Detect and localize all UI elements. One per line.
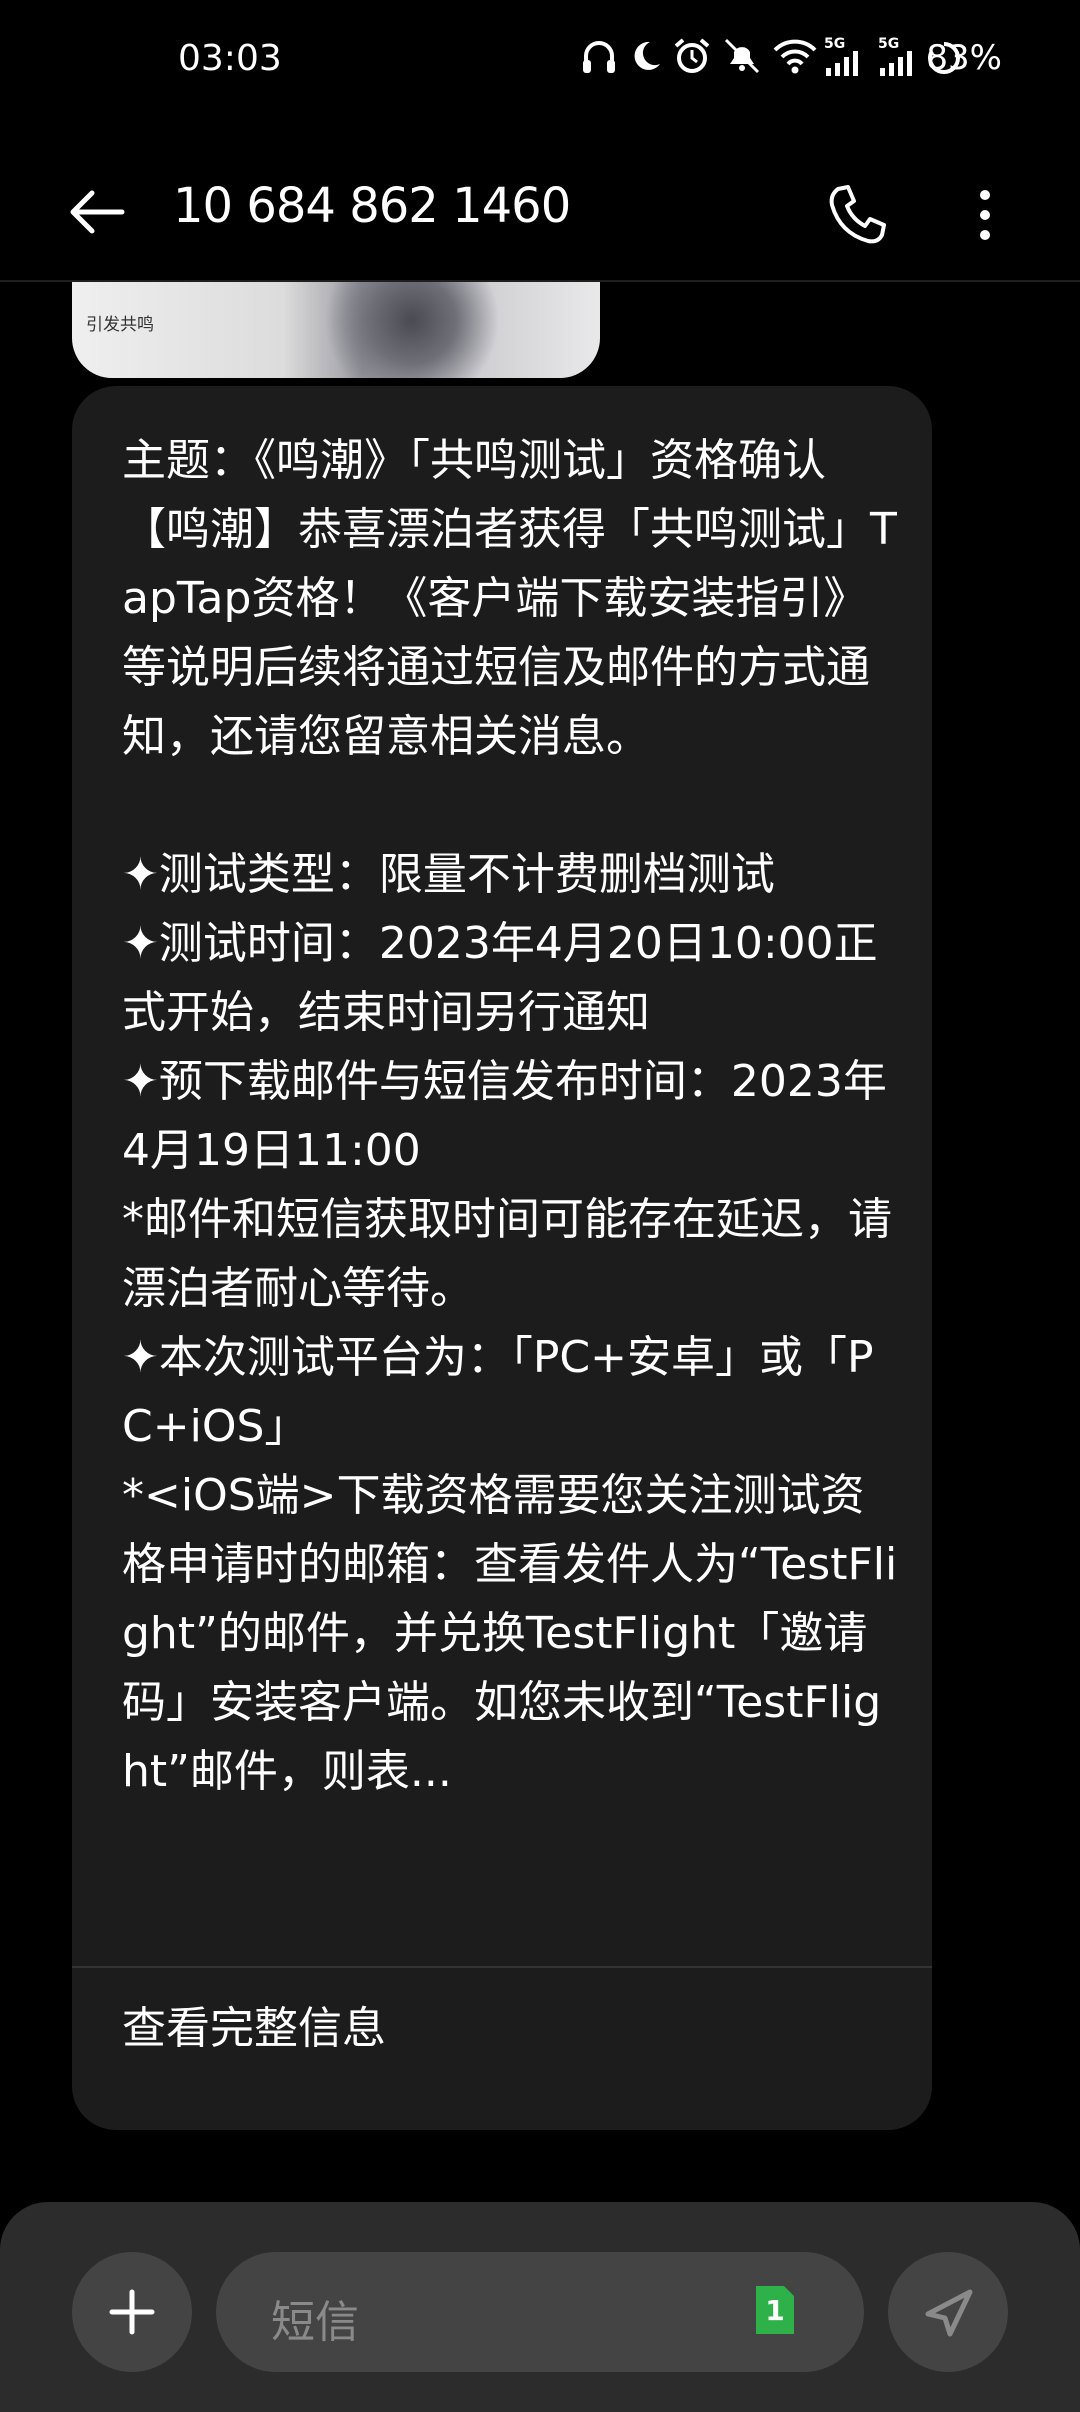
sim-number: 1 [765, 2294, 785, 2327]
conversation-header: 10 684 862 1460 [0, 150, 1080, 282]
contact-title: 10 684 862 1460 [173, 178, 571, 234]
status-bar: 03:03 5G 5G 83% [0, 0, 1080, 125]
divider [72, 1966, 932, 1968]
view-full-message-button[interactable]: 查看完整信息 [122, 1992, 386, 2056]
image-artwork [322, 282, 522, 378]
status-icons: 5G 5G 83% [480, 36, 1080, 86]
more-vert-icon[interactable] [955, 175, 1015, 255]
image-message[interactable]: 引发共鸣 [72, 282, 600, 378]
sim-card-icon[interactable]: 1 [752, 2282, 798, 2338]
add-attachment-button[interactable] [72, 2252, 192, 2372]
wifi-icon [773, 39, 817, 74]
image-caption: 引发共鸣 [86, 315, 154, 335]
composer-bar: 短信 1 [0, 2202, 1080, 2412]
phone-icon[interactable] [818, 175, 898, 255]
arrow-back-icon[interactable] [60, 175, 135, 250]
send-button[interactable] [888, 2252, 1008, 2372]
send-icon [925, 2289, 973, 2337]
plus-icon [109, 2289, 155, 2335]
alarm-icon [674, 38, 710, 73]
sms-input[interactable]: 短信 1 [216, 2252, 864, 2372]
sms-placeholder: 短信 [271, 2297, 359, 2348]
status-time: 03:03 [178, 38, 282, 79]
battery-percent: 83% [926, 38, 1002, 78]
headphones-icon [583, 41, 615, 73]
signal-icon [880, 51, 912, 76]
message-bubble[interactable]: 主题：《鸣潮》「共鸣测试」资格确认 【鸣潮】恭喜漂泊者获得「共鸣测试」TapTa… [72, 386, 932, 2130]
signal-icon [826, 51, 858, 76]
moon-icon [634, 41, 660, 70]
message-body: 主题：《鸣潮》「共鸣测试」资格确认 【鸣潮】恭喜漂泊者获得「共鸣测试」TapTa… [122, 435, 898, 1797]
mute-icon [724, 38, 760, 74]
